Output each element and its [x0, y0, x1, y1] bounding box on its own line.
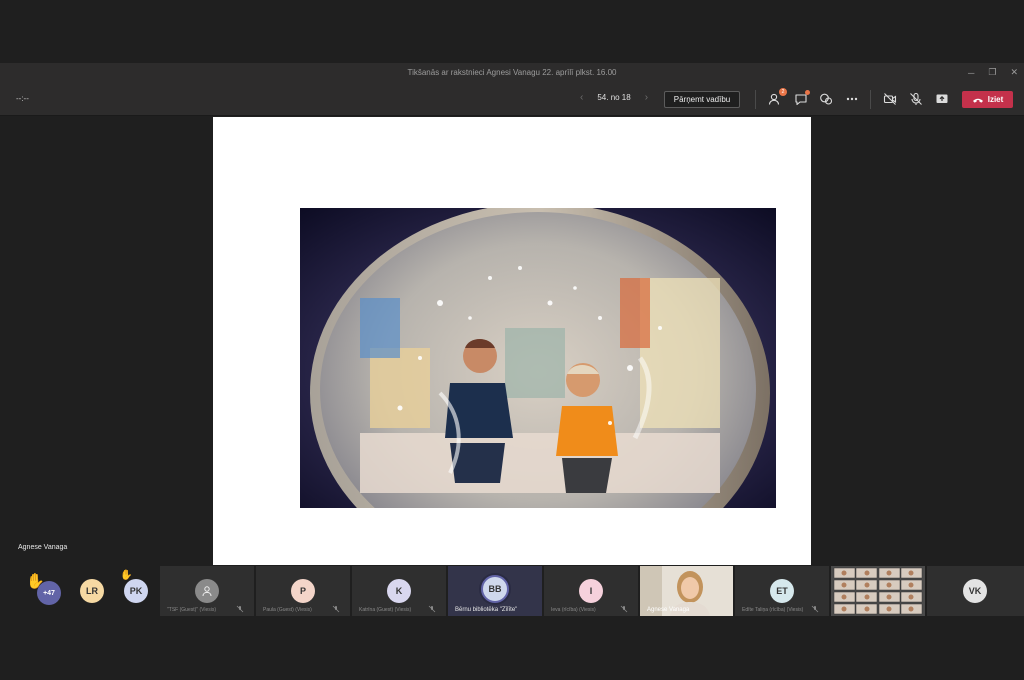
chat-icon[interactable]	[794, 90, 810, 106]
participant-pk[interactable]: ✋ PK	[120, 570, 154, 606]
participant-tile-gallery-video[interactable]	[831, 566, 925, 616]
participant-name: Edīte Taliņa (rīcība) (Viesis)	[742, 607, 804, 613]
participant-name: Katrīna (Guest) (Viesis)	[359, 607, 412, 613]
participant-tile-video[interactable]: Agnese Vanaga	[640, 566, 733, 616]
leave-button[interactable]: Iziet	[962, 91, 1013, 108]
toolbar-divider	[755, 90, 756, 109]
participants-overflow[interactable]: ✋ +47	[26, 572, 62, 606]
avatar	[195, 579, 219, 603]
participant-tile-active-speaker[interactable]: BB Bērnu bibliotēka "Zīlīte"	[448, 566, 542, 616]
close-button[interactable]: ✕	[1010, 67, 1018, 78]
participant-tile[interactable]: K Katrīna (Guest) (Viesis)	[352, 566, 446, 616]
take-control-button[interactable]: Pārņemt vadību	[664, 91, 740, 108]
meeting-timer: --:--	[16, 94, 29, 103]
avatar: BB	[481, 575, 509, 603]
toolbar-divider	[870, 90, 871, 109]
minimize-button[interactable]: ─	[968, 68, 974, 78]
participant-name: Paula (Guest) (Viesis)	[263, 607, 312, 613]
participants-badge: 2	[779, 88, 787, 96]
microphone-off-icon	[620, 605, 628, 613]
bottom-black-area	[0, 616, 1024, 680]
slide-photo-snow-globe	[300, 208, 776, 508]
reactions-icon[interactable]	[819, 92, 833, 106]
avatar: P	[291, 579, 315, 603]
participant-name: Bērnu bibliotēka "Zīlīte"	[455, 607, 518, 613]
microphone-off-icon[interactable]	[909, 92, 923, 106]
avatar: K	[387, 579, 411, 603]
participant-name: "TSF (Guest)" (Viesis)	[167, 607, 217, 613]
meeting-toolbar: --:-- ‹ 54. no 18 › Pārņemt vadību 2 Izi…	[0, 82, 1024, 116]
participant-tile[interactable]: P Paula (Guest) (Viesis)	[256, 566, 350, 616]
microphone-off-icon	[236, 605, 244, 613]
avatar[interactable]: LR	[80, 579, 104, 603]
person-icon	[202, 586, 212, 597]
slide-counter: 54. no 18	[597, 93, 631, 102]
hang-up-icon	[972, 98, 983, 103]
window-title: Tikšanās ar rakstnieci Agnesi Vanagu 22.…	[407, 68, 617, 77]
presenter-name-label: Agnese Vanaga	[18, 544, 68, 551]
avatar: PK	[124, 579, 148, 603]
participant-tile[interactable]: ET Edīte Taliņa (rīcība) (Viesis)	[735, 566, 829, 616]
more-actions-icon[interactable]	[845, 92, 859, 106]
window-titlebar: Tikšanās ar rakstnieci Agnesi Vanagu 22.…	[0, 63, 1024, 82]
microphone-off-icon	[332, 605, 340, 613]
camera-off-icon[interactable]	[883, 92, 897, 106]
restore-button[interactable]: ❐	[988, 67, 996, 78]
slide-pager: ‹ 54. no 18 ›	[580, 92, 648, 103]
avatar: VK	[963, 579, 987, 603]
participants-icon[interactable]: 2	[768, 88, 787, 106]
participant-name: Ieva (rīcība) (Viesis)	[551, 607, 596, 613]
leave-label: Iziet	[987, 95, 1004, 104]
participant-tile[interactable]: "TSF (Guest)" (Viesis)	[160, 566, 254, 616]
participant-tile[interactable]: VK	[927, 566, 1024, 616]
participant-gallery-feed	[831, 566, 925, 616]
chat-unread-dot	[805, 90, 810, 95]
window-controls: ─ ❐ ✕	[968, 63, 1018, 82]
microphone-off-icon	[428, 605, 436, 613]
avatar: ET	[770, 579, 794, 603]
microphone-off-icon	[811, 605, 819, 613]
avatar: I	[579, 579, 603, 603]
participant-tile[interactable]: I Ieva (rīcība) (Viesis)	[544, 566, 638, 616]
share-screen-icon[interactable]	[935, 92, 949, 106]
participant-name: Agnese Vanaga	[647, 607, 690, 613]
top-black-area	[0, 0, 1024, 63]
overflow-count-avatar: +47	[37, 581, 61, 605]
next-slide-icon[interactable]: ›	[645, 92, 648, 103]
previous-slide-icon[interactable]: ‹	[580, 92, 583, 103]
